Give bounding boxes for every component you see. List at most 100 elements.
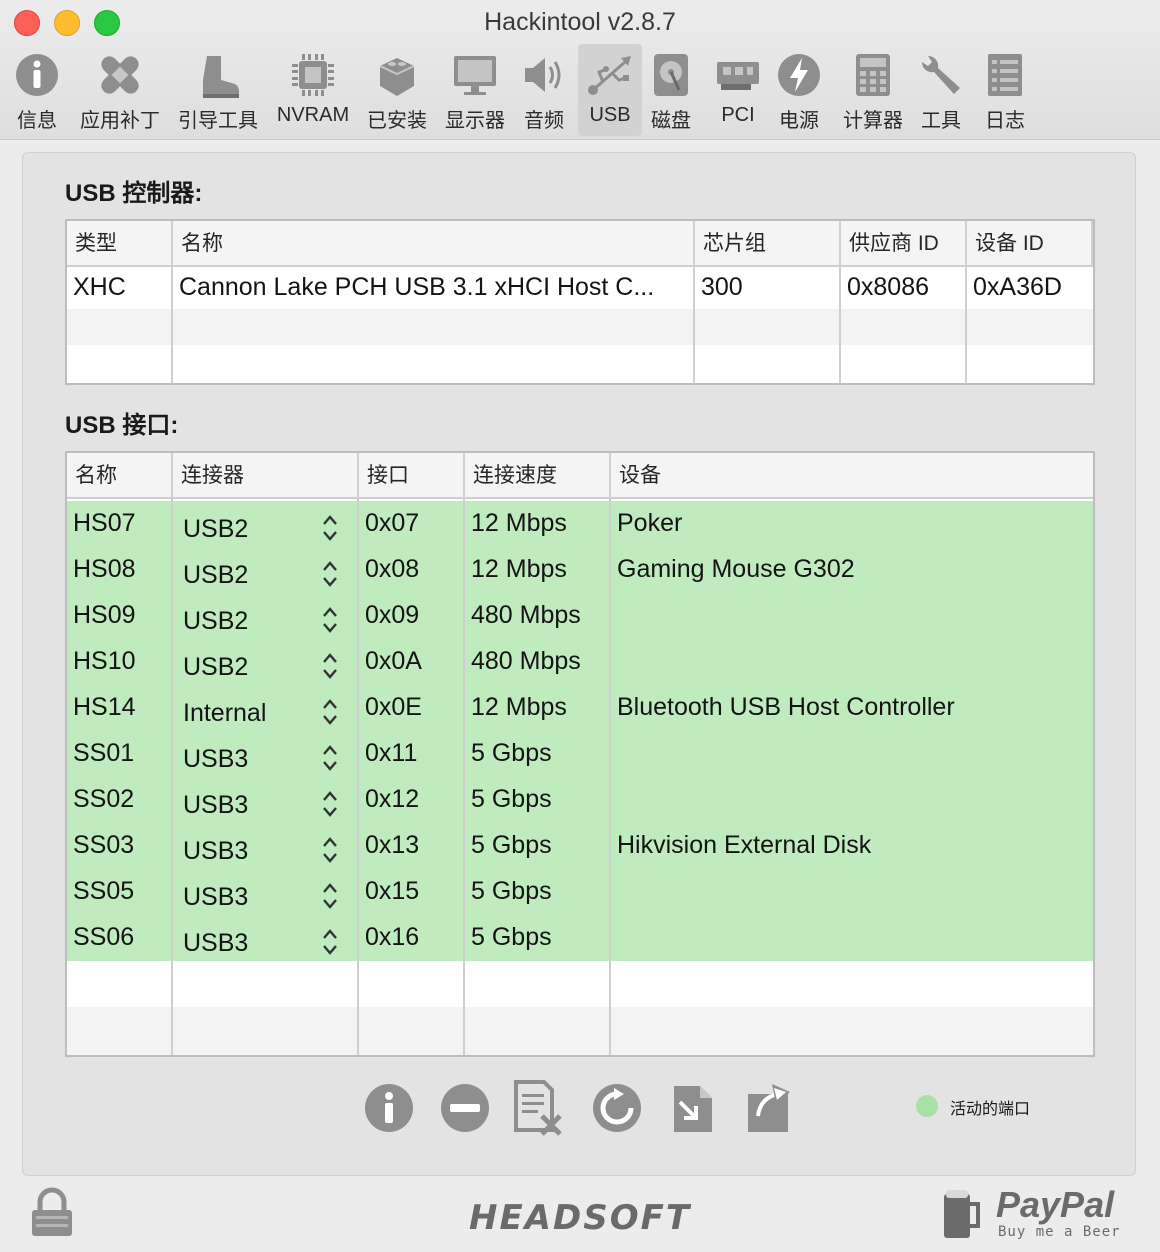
tab-calculator[interactable]: 计算器 [838,44,908,136]
connector-cell[interactable]: USB2 [183,515,248,544]
tab-disk[interactable]: 磁盘 [646,44,696,136]
connector-cell[interactable]: USB3 [183,837,248,866]
connector-stepper-icon[interactable] [321,835,339,865]
tab-pci[interactable]: PCI [712,44,764,136]
table-row[interactable]: HS07 USB2 0x07 12 Mbps Poker [67,501,1093,547]
connector-cell[interactable]: USB3 [183,883,248,912]
info-icon [365,1084,413,1132]
chip-icon [292,54,334,96]
port-address-cell: 0x13 [365,831,420,859]
table-row[interactable]: HS14 Internal 0x0E 12 Mbps Bluetooth USB Hos… [67,685,1093,731]
tab-display[interactable]: 显示器 [440,44,510,136]
port-name-cell: SS05 [73,877,135,905]
port-name-cell: SS03 [73,831,135,859]
calculator-icon [856,54,890,96]
connector-stepper-icon[interactable] [321,605,339,635]
table-row[interactable]: SS05 USB3 0x15 5 Gbps [67,869,1093,915]
clear-ports-button[interactable] [512,1078,566,1136]
tab-patch[interactable]: 应用补丁 [76,44,164,136]
speaker-icon [525,58,561,92]
remove-port-button[interactable] [438,1078,492,1136]
col-speed[interactable]: 连接速度 [465,453,557,499]
speed-cell: 12 Mbps [471,509,567,537]
controllers-table[interactable]: 类型 名称 芯片组 供应商 ID 设备 ID XHC Cannon Lake P… [65,219,1095,385]
col-vendor-id[interactable]: 供应商 ID [841,221,939,267]
table-row[interactable]: SS02 USB3 0x12 5 Gbps [67,777,1093,823]
port-address-cell: 0x07 [365,509,420,537]
port-address-cell: 0x11 [365,739,418,767]
table-row[interactable]: HS09 USB2 0x09 480 Mbps [67,593,1093,639]
paypal-subtitle: Buy me a Beer [998,1224,1121,1240]
tab-log[interactable]: 日志 [980,44,1030,136]
col-device[interactable]: 设备 [611,453,661,499]
controllers-table-header: 类型 名称 芯片组 供应商 ID 设备 ID [67,221,1093,267]
paypal-logo[interactable]: PayPal [996,1184,1114,1226]
device-cell: Bluetooth USB Host Controller [617,693,955,721]
table-row-empty [67,309,1093,345]
table-row[interactable]: HS08 USB2 0x08 12 Mbps Gaming Mouse G302 [67,547,1093,593]
ports-title: USB 接口: [65,412,179,439]
connector-stepper-icon[interactable] [321,789,339,819]
tab-tools[interactable]: 工具 [916,44,966,136]
tab-installed[interactable]: 已安装 [362,44,432,136]
connector-cell[interactable]: USB2 [183,561,248,590]
usb-icon [588,56,631,95]
ports-table[interactable]: 名称 连接器 接口 连接速度 设备 HS07 USB2 0x07 12 Mbps Pok… [65,451,1095,1057]
table-row-empty [67,961,1093,1007]
table-row[interactable]: HS10 USB2 0x0A 480 Mbps [67,639,1093,685]
tab-usb[interactable]: USB [578,44,642,136]
table-row[interactable]: XHC Cannon Lake PCH USB 3.1 xHCI Host C.… [67,267,1093,309]
connector-stepper-icon[interactable] [321,651,339,681]
table-row[interactable]: SS03 USB3 0x13 5 Gbps Hikvision External Dis… [67,823,1093,869]
col-type[interactable]: 类型 [67,221,117,267]
table-row-empty [67,1007,1093,1055]
table-row[interactable]: SS06 USB3 0x16 5 Gbps [67,915,1093,961]
power-bolt-icon [778,54,820,96]
headsoft-logo[interactable]: HEADSOFT [440,1198,720,1238]
col-connector[interactable]: 连接器 [173,453,244,499]
tab-power[interactable]: 电源 [772,44,826,136]
beer-mug-icon[interactable] [940,1186,984,1240]
col-port[interactable]: 接口 [359,453,409,499]
connector-cell[interactable]: USB3 [183,745,248,774]
import-button[interactable] [666,1078,720,1136]
tab-nvram[interactable]: NVRAM [272,44,354,136]
info-icon [16,54,58,96]
speed-cell: 480 Mbps [471,647,581,675]
col-chipset[interactable]: 芯片组 [695,221,766,267]
tab-info[interactable]: 信息 [8,44,66,136]
refresh-button[interactable] [590,1078,644,1136]
connector-stepper-icon[interactable] [321,513,339,543]
port-info-button[interactable] [362,1078,416,1136]
connector-cell[interactable]: USB3 [183,791,248,820]
disk-icon [654,54,688,96]
connector-cell[interactable]: Internal [183,699,266,728]
lock-icon [32,1187,72,1236]
col-port-name[interactable]: 名称 [67,453,117,499]
connector-stepper-icon[interactable] [321,559,339,589]
tab-audio[interactable]: 音频 [516,44,572,136]
connector-stepper-icon[interactable] [321,743,339,773]
export-button[interactable] [742,1078,796,1136]
connector-stepper-icon[interactable] [321,697,339,727]
clear-list-icon [514,1080,562,1136]
lock-button[interactable] [28,1186,76,1238]
connector-cell[interactable]: USB2 [183,607,248,636]
active-port-legend-label: 活动的端口 [950,1101,1031,1118]
usb-panel: USB 控制器: 类型 名称 芯片组 供应商 ID 设备 ID XHC Cann… [22,152,1136,1176]
speed-cell: 5 Gbps [471,923,552,951]
port-name-cell: HS07 [73,509,136,537]
table-row[interactable]: SS01 USB3 0x11 5 Gbps [67,731,1093,777]
bandage-icon [101,56,139,94]
col-device-id[interactable]: 设备 ID [967,221,1044,267]
connector-stepper-icon[interactable] [321,881,339,911]
lego-icon [379,58,415,96]
connector-stepper-icon[interactable] [321,927,339,957]
connector-cell[interactable]: USB3 [183,929,248,958]
port-name-cell: HS14 [73,693,136,721]
export-icon [748,1084,790,1132]
speed-cell: 12 Mbps [471,555,567,583]
tab-boot-tools[interactable]: 引导工具 [174,44,262,136]
col-name[interactable]: 名称 [173,221,223,267]
connector-cell[interactable]: USB2 [183,653,248,682]
